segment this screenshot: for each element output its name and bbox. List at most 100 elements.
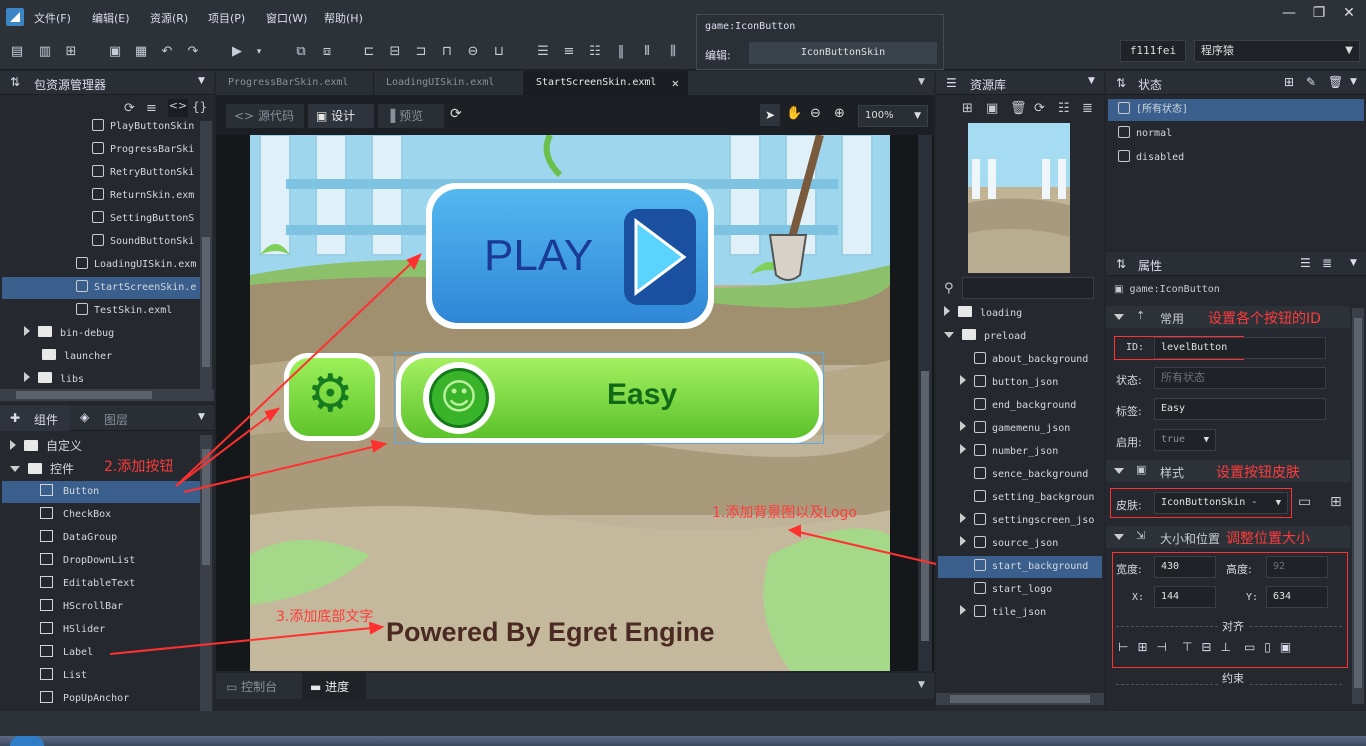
assets-search-input[interactable] xyxy=(962,277,1094,299)
asset-item[interactable]: settingscreen_jso xyxy=(938,510,1102,532)
canvas-vscroll[interactable] xyxy=(918,135,932,671)
menu-resource[interactable]: 资源(R) xyxy=(150,10,188,26)
maximize-icon[interactable]: ❐ xyxy=(1306,4,1332,22)
explorer-vscroll[interactable] xyxy=(200,121,212,391)
list-view-icon[interactable]: ≣ xyxy=(1322,256,1332,270)
asset-item[interactable]: tile_json xyxy=(938,602,1102,624)
panel-menu-icon[interactable]: ▼ xyxy=(918,680,925,690)
braces-icon[interactable]: {} xyxy=(192,100,207,114)
folder-item[interactable]: bin-debug xyxy=(2,323,200,345)
tab-startscreen[interactable]: StartScreenSkin.exml ✕ xyxy=(524,71,688,95)
component-item[interactable]: Label xyxy=(2,642,200,664)
properties-vscroll[interactable] xyxy=(1352,308,1364,704)
align-left-icon[interactable]: ⊏ xyxy=(360,43,378,61)
save-icon[interactable]: ▣ xyxy=(106,43,124,61)
align-top-icon[interactable]: ⊤ xyxy=(1182,640,1201,654)
pointer-icon[interactable]: ➤ xyxy=(760,104,780,126)
file-item[interactable]: LoadingUISkin.exm xyxy=(2,254,200,276)
new-skin-icon[interactable]: ⊞ xyxy=(1330,494,1342,510)
tab-progressbar[interactable]: ProgressBarSkin.exml xyxy=(216,71,374,95)
footer-text[interactable]: Powered By Egret Engine xyxy=(386,617,715,648)
id-input[interactable]: levelButton xyxy=(1154,337,1326,359)
hand-icon[interactable]: ✋ xyxy=(786,106,802,121)
assets-hscroll[interactable] xyxy=(936,693,1104,705)
file-item[interactable]: SettingButtonS xyxy=(2,208,200,230)
undo-icon[interactable]: ↶ xyxy=(158,43,176,61)
close-icon[interactable]: ✕ xyxy=(1336,4,1362,22)
width-input[interactable]: 430 xyxy=(1154,556,1216,578)
state-input[interactable]: 所有状态 xyxy=(1154,367,1326,389)
align-top-icon[interactable]: ⊓ xyxy=(438,43,456,61)
state-disabled[interactable]: disabled xyxy=(1108,147,1364,169)
align-vcenter-icon[interactable]: ⊖ xyxy=(464,43,482,61)
panel-menu-icon[interactable]: ▼ xyxy=(1088,76,1095,86)
refresh-icon[interactable]: ⟳ xyxy=(1034,101,1045,116)
section-common[interactable]: ⇡ 常用 设置各个按钮的ID xyxy=(1106,306,1350,328)
minimize-icon[interactable]: — xyxy=(1276,4,1302,22)
fit-width-icon[interactable]: ▭ xyxy=(1244,640,1264,654)
zoom-out-icon[interactable]: ⊖ xyxy=(810,106,821,121)
components-vscroll[interactable] xyxy=(200,435,212,711)
asset-item[interactable]: end_background xyxy=(938,395,1102,417)
component-item[interactable]: Button xyxy=(2,481,200,503)
section-style[interactable]: ▣ 样式 设置按钮皮肤 xyxy=(1106,460,1350,482)
run-icon[interactable]: ▶ xyxy=(228,43,246,61)
close-tab-icon[interactable]: ✕ xyxy=(672,71,679,95)
component-item[interactable]: HScrollBar xyxy=(2,596,200,618)
category-view-icon[interactable]: ☰ xyxy=(1300,256,1311,270)
tabs-menu-icon[interactable]: ▼ xyxy=(918,77,925,87)
section-size[interactable]: ⇲ 大小和位置 调整位置大小 xyxy=(1106,526,1350,548)
align-hcenter-icon[interactable]: ⊞ xyxy=(1137,640,1156,654)
align-right-icon[interactable]: ⊐ xyxy=(412,43,430,61)
file-item[interactable]: PlayButtonSkin xyxy=(2,116,200,138)
component-item[interactable]: DataGroup xyxy=(2,527,200,549)
explorer-hscroll[interactable] xyxy=(0,389,214,401)
enabled-select[interactable]: true ▼ xyxy=(1154,429,1216,451)
role-select[interactable]: 程序猿 ▼ xyxy=(1194,40,1360,62)
align-left-icon[interactable]: ⊢ xyxy=(1118,640,1137,654)
file-item[interactable]: ProgressBarSki xyxy=(2,139,200,161)
file-item[interactable]: RetryButtonSki xyxy=(2,162,200,184)
file-item[interactable]: SoundButtonSki xyxy=(2,231,200,253)
zoom-select[interactable]: 100% ▼ xyxy=(858,105,928,127)
redo-icon[interactable]: ↷ xyxy=(184,43,202,61)
dropdown-icon[interactable]: ▾ xyxy=(250,43,268,61)
folder-item[interactable]: libs xyxy=(2,369,200,391)
settings-button[interactable]: ⚙ xyxy=(284,353,380,441)
asset-item[interactable]: setting_backgroun xyxy=(938,487,1102,509)
asset-item[interactable]: sence_background xyxy=(938,464,1102,486)
design-canvas[interactable]: PLAY ⚙ ☺ Easy Powered By Egret Engine xyxy=(250,135,890,671)
play-button[interactable]: PLAY xyxy=(426,183,714,329)
asset-item[interactable]: gamemenu_json xyxy=(938,418,1102,440)
menu-project[interactable]: 项目(P) xyxy=(208,10,245,26)
menu-edit[interactable]: 编辑(E) xyxy=(92,10,130,26)
mode-source[interactable]: <> 源代码 xyxy=(226,104,304,128)
menu-file[interactable]: 文件(F) xyxy=(34,10,71,26)
y-input[interactable]: 634 xyxy=(1266,586,1328,608)
asset-item[interactable]: button_json xyxy=(938,372,1102,394)
tab-console[interactable]: ▭ 控制台 xyxy=(226,678,277,695)
component-item[interactable]: EditableText xyxy=(2,573,200,595)
fit-both-icon[interactable]: ▣ xyxy=(1280,640,1300,654)
asset-folder[interactable]: preload xyxy=(938,326,1102,348)
align-right-icon[interactable]: ⊣ xyxy=(1157,640,1176,654)
asset-item[interactable]: start_background xyxy=(938,556,1102,578)
align-bottom-icon[interactable]: ⊔ xyxy=(490,43,508,61)
tab-loadingui[interactable]: LoadingUISkin.exml xyxy=(374,71,524,95)
fit-height-icon[interactable]: ▯ xyxy=(1264,640,1280,654)
x-input[interactable]: 144 xyxy=(1154,586,1216,608)
align-vcenter-icon[interactable]: ⊟ xyxy=(1201,640,1220,654)
list-view-icon[interactable]: ☷ xyxy=(1058,101,1070,116)
align-bottom-icon[interactable]: ⊥ xyxy=(1220,640,1239,654)
mode-design[interactable]: ▣ 设计 xyxy=(308,104,374,128)
folder-item[interactable]: launcher xyxy=(2,346,200,368)
distribute-center-icon[interactable]: ⫴ xyxy=(638,43,656,61)
start-button[interactable] xyxy=(10,736,44,746)
component-item[interactable]: List xyxy=(2,665,200,687)
new-file-icon[interactable]: ▥ xyxy=(36,43,54,61)
panel-menu-icon[interactable]: ▼ xyxy=(198,412,205,422)
distribute-bottom-icon[interactable]: ☷ xyxy=(586,43,604,61)
new-project-icon[interactable]: ▤ xyxy=(8,43,26,61)
refresh-icon[interactable]: ⟳ xyxy=(450,106,462,122)
component-item[interactable]: HSlider xyxy=(2,619,200,641)
